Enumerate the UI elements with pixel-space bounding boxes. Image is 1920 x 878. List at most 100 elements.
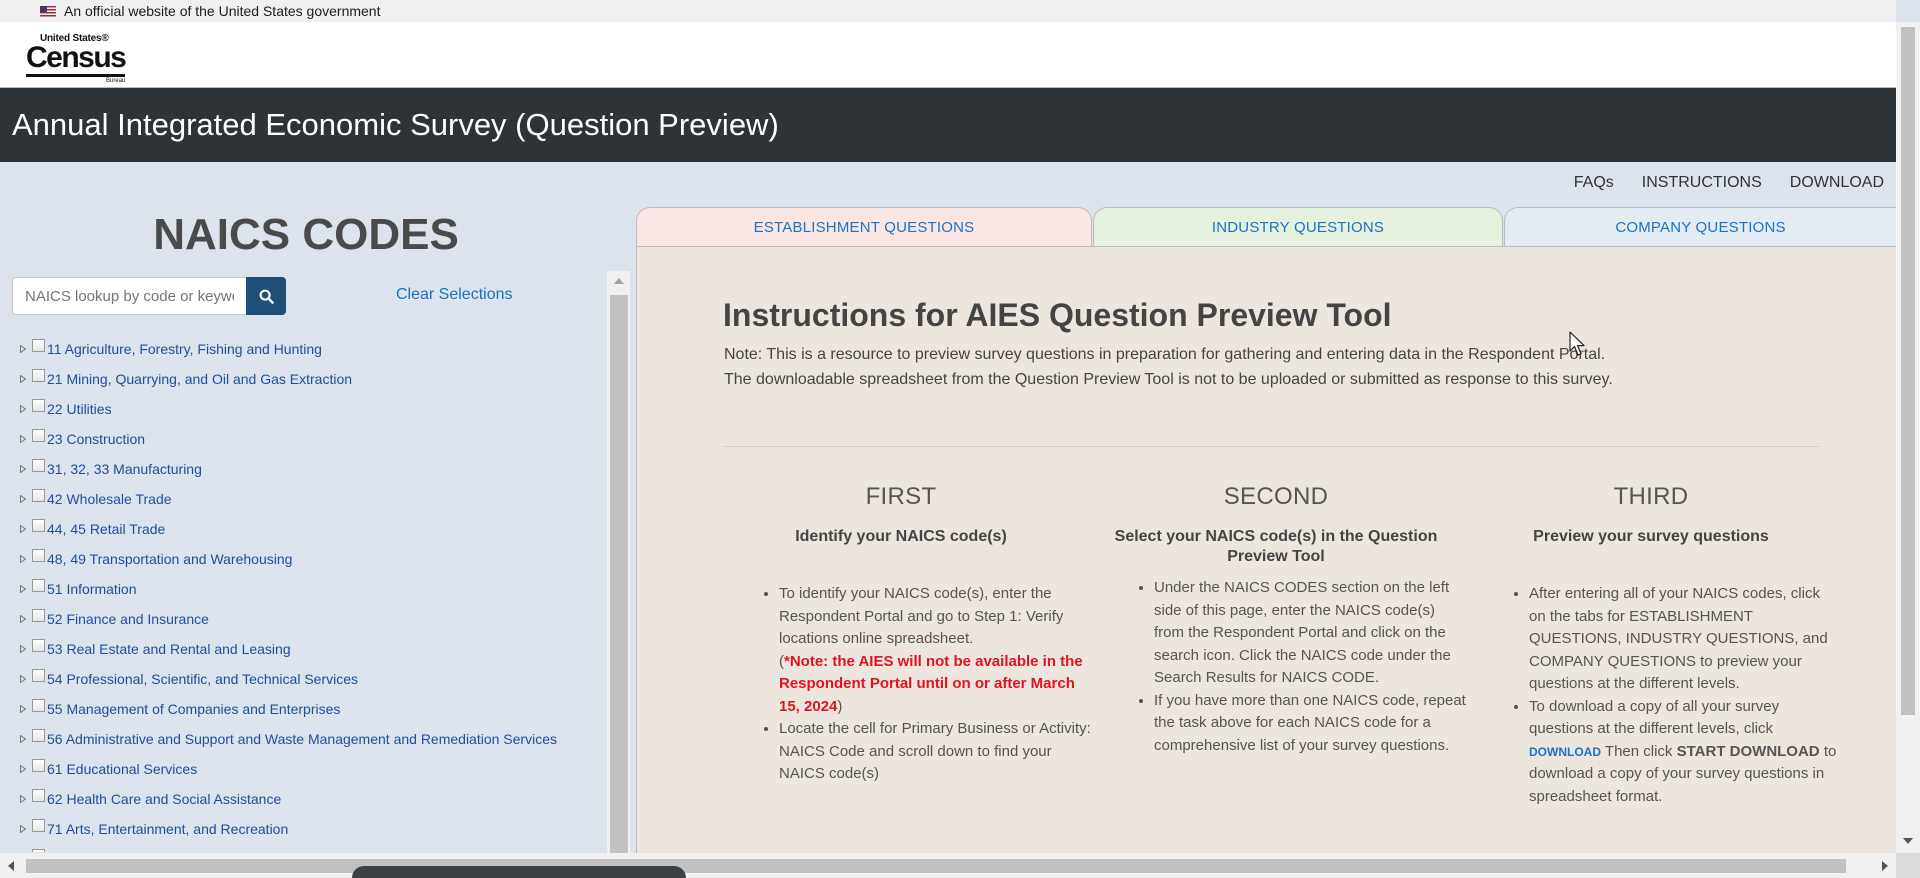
tree-item[interactable]: 42 Wholesale Trade: [12, 484, 602, 514]
tree-item[interactable]: 31, 32, 33 Manufacturing: [12, 454, 602, 484]
tree-checkbox[interactable]: [32, 848, 45, 852]
tree-checkbox[interactable]: [32, 458, 45, 472]
expand-triangle-icon[interactable]: [18, 824, 28, 834]
expand-triangle-icon[interactable]: [18, 764, 28, 774]
tree-item-label[interactable]: 48, 49 Transportation and Warehousing: [47, 551, 292, 567]
census-logo[interactable]: United States® Census Bureau: [26, 34, 127, 84]
tree-item[interactable]: 54 Professional, Scientific, and Technic…: [12, 664, 602, 694]
tree-checkbox[interactable]: [32, 488, 45, 502]
tree-item-label[interactable]: 53 Real Estate and Rental and Leasing: [47, 641, 291, 657]
tree-item[interactable]: 52 Finance and Insurance: [12, 604, 602, 634]
naics-search-input[interactable]: [12, 277, 246, 315]
tree-item[interactable]: 51 Information: [12, 574, 602, 604]
tree-item[interactable]: 53 Real Estate and Rental and Leasing: [12, 634, 602, 664]
tree-checkbox[interactable]: [32, 338, 45, 352]
tree-item[interactable]: 72 Accommodation and Food Services: [12, 844, 602, 852]
scroll-right-arrow-icon[interactable]: [1882, 861, 1888, 871]
tree-checkbox[interactable]: [32, 398, 45, 412]
expand-triangle-icon[interactable]: [18, 494, 28, 504]
expand-triangle-icon[interactable]: [18, 584, 28, 594]
expand-triangle-icon[interactable]: [18, 434, 28, 444]
tree-item[interactable]: 23 Construction: [12, 424, 602, 454]
tree-checkbox[interactable]: [32, 758, 45, 772]
tree-item-label[interactable]: 51 Information: [47, 581, 137, 597]
tree-item-label[interactable]: 55 Management of Companies and Enterpris…: [47, 701, 340, 717]
scroll-down-arrow-icon[interactable]: [1903, 838, 1913, 844]
tree-item[interactable]: 21 Mining, Quarrying, and Oil and Gas Ex…: [12, 364, 602, 394]
tree-item[interactable]: 55 Management of Companies and Enterpris…: [12, 694, 602, 724]
tree-checkbox[interactable]: [32, 548, 45, 562]
tree-checkbox[interactable]: [32, 788, 45, 802]
tab-industry-questions[interactable]: INDUSTRY QUESTIONS: [1093, 207, 1503, 247]
expand-triangle-icon[interactable]: [18, 794, 28, 804]
expand-triangle-icon[interactable]: [18, 404, 28, 414]
tab-company-questions[interactable]: COMPANY QUESTIONS: [1504, 207, 1896, 247]
tree-checkbox[interactable]: [32, 728, 45, 742]
tree-checkbox[interactable]: [32, 608, 45, 622]
gov-banner-text: An official website of the United States…: [64, 3, 381, 19]
page-horizontal-scroll-thumb[interactable]: [26, 859, 1846, 873]
tree-item-label[interactable]: 72 Accommodation and Food Services: [47, 851, 287, 852]
page-vertical-scroll-thumb[interactable]: [1901, 27, 1915, 715]
tree-item-label[interactable]: 54 Professional, Scientific, and Technic…: [47, 671, 358, 687]
tree-item[interactable]: 11 Agriculture, Forestry, Fishing and Hu…: [12, 334, 602, 364]
tree-item-label[interactable]: 22 Utilities: [47, 401, 112, 417]
scroll-up-arrow-icon[interactable]: [614, 278, 624, 284]
page-horizontal-scrollbar[interactable]: [0, 853, 1896, 878]
expand-triangle-icon[interactable]: [18, 674, 28, 684]
naics-tree: 11 Agriculture, Forestry, Fishing and Hu…: [12, 334, 602, 852]
expand-triangle-icon[interactable]: [18, 734, 28, 744]
tree-checkbox[interactable]: [32, 698, 45, 712]
tree-item-label[interactable]: 44, 45 Retail Trade: [47, 521, 165, 537]
tree-item[interactable]: 71 Arts, Entertainment, and Recreation: [12, 814, 602, 844]
tree-item-label[interactable]: 71 Arts, Entertainment, and Recreation: [47, 821, 288, 837]
naics-tree-scrollbar[interactable]: [606, 271, 630, 853]
tree-checkbox[interactable]: [32, 428, 45, 442]
tree-checkbox[interactable]: [32, 818, 45, 832]
tree-checkbox[interactable]: [32, 578, 45, 592]
scroll-left-arrow-icon[interactable]: [8, 861, 14, 871]
floating-toolbar[interactable]: [352, 866, 686, 878]
tree-item-label[interactable]: 56 Administrative and Support and Waste …: [47, 731, 557, 747]
tree-item[interactable]: 61 Educational Services: [12, 754, 602, 784]
expand-triangle-icon[interactable]: [18, 374, 28, 384]
tree-item[interactable]: 62 Health Care and Social Assistance: [12, 784, 602, 814]
naics-tree-scroll-thumb[interactable]: [610, 295, 628, 853]
tree-checkbox[interactable]: [32, 638, 45, 652]
tree-item-label[interactable]: 62 Health Care and Social Assistance: [47, 791, 281, 807]
tree-item-label[interactable]: 61 Educational Services: [47, 761, 197, 777]
tree-item-label[interactable]: 31, 32, 33 Manufacturing: [47, 461, 202, 477]
expand-triangle-icon[interactable]: [18, 524, 28, 534]
nav-instructions[interactable]: INSTRUCTIONS: [1642, 174, 1762, 192]
expand-triangle-icon[interactable]: [18, 614, 28, 624]
tree-checkbox[interactable]: [32, 668, 45, 682]
step-third-subheading: Preview your survey questions: [1533, 528, 1769, 545]
nav-faqs[interactable]: FAQs: [1574, 174, 1614, 192]
page-title-bar: Annual Integrated Economic Survey (Quest…: [0, 88, 1896, 162]
tree-item-label[interactable]: 42 Wholesale Trade: [47, 491, 172, 507]
tree-item[interactable]: 44, 45 Retail Trade: [12, 514, 602, 544]
tree-item-label[interactable]: 21 Mining, Quarrying, and Oil and Gas Ex…: [47, 371, 352, 387]
step-second-heading: SECOND: [1223, 483, 1329, 510]
tree-item-label[interactable]: 11 Agriculture, Forestry, Fishing and Hu…: [47, 341, 322, 357]
search-button[interactable]: [246, 277, 286, 315]
nav-download[interactable]: DOWNLOAD: [1790, 174, 1884, 192]
tree-item-label[interactable]: 52 Finance and Insurance: [47, 611, 209, 627]
expand-triangle-icon[interactable]: [18, 644, 28, 654]
expand-triangle-icon[interactable]: [18, 344, 28, 354]
third-bullet-2-mid: Then click: [1604, 742, 1673, 760]
expand-triangle-icon[interactable]: [18, 554, 28, 564]
tree-checkbox[interactable]: [32, 368, 45, 382]
tab-establishment-questions[interactable]: ESTABLISHMENT QUESTIONS: [636, 207, 1092, 247]
tree-item[interactable]: 22 Utilities: [12, 394, 602, 424]
tree-item-label[interactable]: 23 Construction: [47, 431, 145, 447]
clear-selections-link[interactable]: Clear Selections: [396, 286, 513, 304]
expand-triangle-icon[interactable]: [18, 464, 28, 474]
tree-item[interactable]: 56 Administrative and Support and Waste …: [12, 724, 602, 754]
tree-item[interactable]: 48, 49 Transportation and Warehousing: [12, 544, 602, 574]
naics-search: [12, 277, 286, 315]
page-vertical-scrollbar[interactable]: [1896, 22, 1920, 853]
expand-triangle-icon[interactable]: [18, 704, 28, 714]
inline-download-link[interactable]: DOWNLOAD: [1529, 745, 1601, 759]
tree-checkbox[interactable]: [32, 518, 45, 532]
